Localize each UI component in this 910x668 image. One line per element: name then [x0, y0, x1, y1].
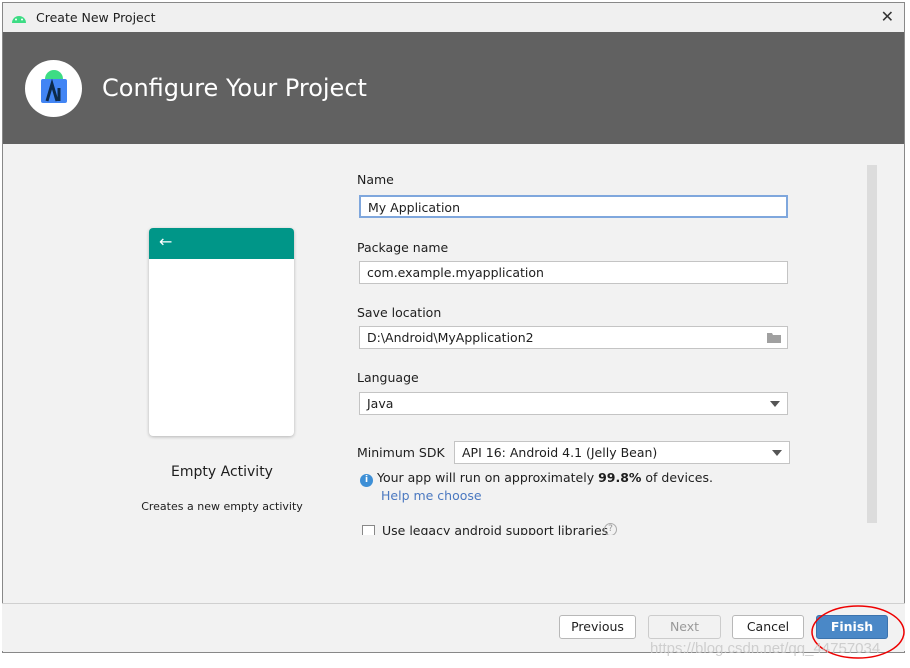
location-input[interactable]: D:\Android\MyApplication2 — [359, 326, 788, 349]
cancel-button[interactable]: Cancel — [732, 615, 804, 639]
watermark: https://blog.csdn.net/qq_44757034 — [650, 640, 880, 657]
activity-preview: ← — [149, 228, 294, 436]
title-bar: Create New Project — [3, 3, 904, 32]
back-arrow-icon: ← — [159, 232, 172, 251]
next-button[interactable]: Next — [648, 615, 721, 639]
sdk-select[interactable]: API 16: Android 4.1 (Jelly Bean) — [454, 441, 790, 464]
help-me-choose-link[interactable]: Help me choose — [381, 488, 482, 503]
device-percent: 99.8% — [598, 470, 641, 485]
previous-button[interactable]: Previous — [559, 615, 636, 639]
location-value: D:\Android\MyApplication2 — [367, 330, 534, 345]
sdk-label: Minimum SDK — [357, 445, 445, 460]
package-label: Package name — [357, 240, 448, 255]
template-name: Empty Activity — [110, 464, 334, 480]
close-button[interactable]: ✕ — [881, 7, 894, 26]
android-icon — [11, 12, 27, 24]
scrollbar[interactable] — [867, 165, 877, 523]
package-input[interactable]: com.example.myapplication — [359, 261, 788, 284]
android-studio-logo — [25, 60, 82, 117]
name-label: Name — [357, 172, 394, 187]
name-input[interactable]: My Application — [359, 195, 788, 218]
preview-toolbar: ← — [149, 228, 294, 259]
legacy-label: Use legacy android support libraries — [382, 523, 608, 535]
header: Configure Your Project — [3, 32, 904, 144]
language-select[interactable]: Java — [359, 392, 788, 415]
info-icon: i — [360, 474, 373, 487]
legacy-checkbox[interactable] — [362, 525, 375, 535]
location-label: Save location — [357, 305, 441, 320]
language-label: Language — [357, 370, 419, 385]
window-title: Create New Project — [36, 10, 156, 25]
red-circle-annotation — [810, 602, 910, 668]
page-title: Configure Your Project — [102, 74, 367, 102]
folder-icon[interactable] — [767, 332, 781, 343]
help-icon[interactable]: ? — [604, 523, 617, 535]
sdk-info: i Your app will run on approximately 99.… — [360, 470, 713, 487]
legacy-row: Use legacy android support libraries ? — [350, 520, 870, 535]
template-description: Creates a new empty activity — [110, 500, 334, 513]
